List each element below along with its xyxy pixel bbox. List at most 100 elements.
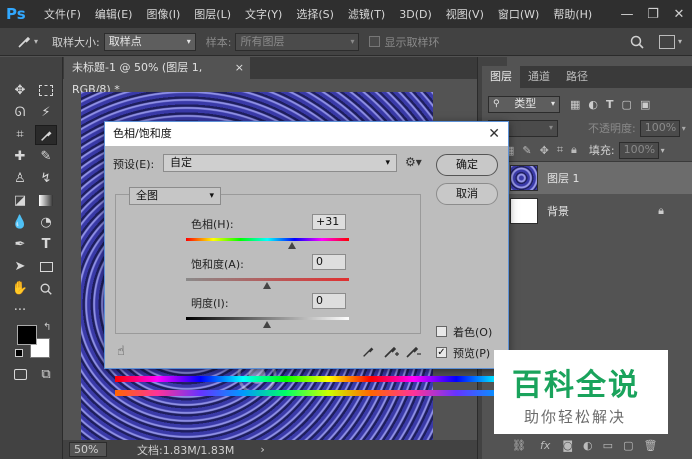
channel-select[interactable]: 全图 ▾ [129, 187, 221, 205]
lightness-field[interactable]: 0 [312, 293, 346, 309]
path-selection-tool-icon[interactable]: ➤ [9, 257, 31, 277]
screen-mode-icon[interactable]: ⧉ [35, 365, 57, 385]
eraser-tool-icon[interactable]: ◪ [9, 191, 31, 211]
brush-tool-icon[interactable]: ✎ [35, 147, 57, 167]
cancel-button[interactable]: 取消 [436, 183, 498, 205]
menu-edit[interactable]: 编辑(E) [95, 6, 133, 22]
tab-layers[interactable]: 图层 [482, 66, 520, 88]
zoom-field[interactable]: 50% [69, 442, 107, 457]
eyedropper-icon[interactable] [16, 34, 32, 50]
crop-tool-icon[interactable]: ⌗ [9, 125, 31, 145]
hand-tool-icon[interactable]: ✋ [9, 279, 31, 299]
menu-filter[interactable]: 滤镜(T) [348, 6, 385, 22]
zoom-tool-icon[interactable] [35, 279, 57, 299]
lock-all-icon[interactable]: 🔒︎ [571, 143, 577, 157]
new-group-icon[interactable]: ▭ [603, 439, 613, 452]
fx-icon[interactable]: fx [540, 439, 550, 452]
eyedropper-minus-icon[interactable] [405, 345, 421, 359]
blur-tool-icon[interactable]: 💧 [9, 213, 31, 233]
menu-file[interactable]: 文件(F) [44, 6, 81, 22]
colorize-checkbox[interactable] [436, 326, 447, 337]
hue-slider-thumb[interactable] [288, 242, 296, 249]
filter-type-icon[interactable]: T [606, 98, 614, 111]
menu-type[interactable]: 文字(Y) [245, 6, 282, 22]
ok-button[interactable]: 确定 [436, 154, 498, 176]
lightness-slider-track[interactable] [186, 317, 349, 320]
tab-paths[interactable]: 路径 [558, 66, 596, 88]
magic-wand-tool-icon[interactable]: ⚡ [35, 103, 57, 123]
document-tab[interactable]: 未标题-1 @ 50% (图层 1, RGB/8) * × [64, 57, 250, 96]
filter-smart-icon[interactable]: ▣ [640, 98, 650, 111]
eyedropper-plus-icon[interactable] [383, 345, 399, 359]
add-mask-icon[interactable]: ◙ [562, 439, 573, 452]
chevron-down-icon[interactable]: ▾ [661, 146, 665, 155]
eyedropper-tool-icon[interactable] [35, 125, 57, 145]
lock-position-icon[interactable]: ✥ [540, 144, 549, 157]
saturation-slider-track[interactable] [186, 278, 349, 281]
saturation-field[interactable]: 0 [312, 254, 346, 270]
restore-button[interactable]: ❐ [640, 7, 666, 22]
lock-artboard-icon[interactable]: ⌗ [557, 143, 563, 157]
opacity-field[interactable]: 100% [639, 119, 680, 137]
menu-3d[interactable]: 3D(D) [399, 8, 432, 21]
dialog-close-icon[interactable]: ✕ [488, 122, 500, 146]
adjustment-layer-icon[interactable]: ◐ [583, 439, 593, 452]
menu-select[interactable]: 选择(S) [296, 6, 334, 22]
link-layers-icon[interactable]: ⛓ [512, 439, 526, 452]
menu-image[interactable]: 图像(I) [146, 6, 180, 22]
filter-pixel-icon[interactable]: ▦ [570, 98, 580, 111]
show-ring-checkbox[interactable] [369, 36, 381, 47]
swap-colors-icon[interactable]: ↰ [43, 322, 51, 333]
search-icon[interactable] [629, 34, 645, 50]
close-tab-icon[interactable]: × [235, 57, 244, 79]
filter-adjustment-icon[interactable]: ◐ [588, 98, 598, 111]
healing-brush-tool-icon[interactable]: ✚ [9, 147, 31, 167]
menu-window[interactable]: 窗口(W) [498, 6, 539, 22]
lock-paint-icon[interactable]: ✎ [522, 144, 531, 157]
rectangle-tool-icon[interactable] [35, 257, 57, 277]
menu-layer[interactable]: 图层(L) [194, 6, 231, 22]
hue-slider-track[interactable] [186, 238, 349, 241]
filter-shape-icon[interactable]: ▢ [622, 98, 632, 111]
fill-field[interactable]: 100% [618, 141, 659, 159]
chevron-down-icon[interactable]: ▾ [682, 124, 686, 133]
clone-stamp-tool-icon[interactable]: ♙ [9, 169, 31, 189]
layer-row-background[interactable]: 背景 🔒︎ [507, 195, 692, 227]
history-brush-tool-icon[interactable]: ↯ [35, 169, 57, 189]
delete-layer-icon[interactable]: 🗑︎ [643, 439, 657, 452]
gradient-tool-icon[interactable] [35, 191, 57, 211]
quick-mask-icon[interactable] [9, 365, 31, 385]
chevron-right-icon[interactable]: › [260, 443, 264, 456]
dodge-tool-icon[interactable]: ◔ [35, 213, 57, 233]
minimize-button[interactable]: — [614, 7, 640, 22]
hue-field[interactable]: +31 [312, 214, 346, 230]
sample-select[interactable]: 所有图层 ▾ [235, 32, 360, 51]
preview-checkbox[interactable]: ✓ [436, 347, 447, 358]
more-tools-icon[interactable]: ··· [9, 301, 31, 321]
menu-help[interactable]: 帮助(H) [553, 6, 592, 22]
menu-view[interactable]: 视图(V) [446, 6, 484, 22]
saturation-slider-thumb[interactable] [263, 282, 271, 289]
new-layer-icon[interactable]: ▢ [623, 439, 633, 452]
tab-channels[interactable]: 通道 [520, 66, 558, 88]
foreground-color-swatch[interactable] [17, 325, 37, 345]
lasso-tool-icon[interactable]: ᘏ [9, 103, 31, 123]
lightness-slider-thumb[interactable] [263, 321, 271, 328]
layer-row-layer1[interactable]: 图层 1 [507, 162, 692, 194]
preset-options-icon[interactable]: ⚙▾ [405, 155, 422, 169]
default-colors-icon[interactable] [15, 349, 23, 357]
target-adjust-hand-icon[interactable]: ☝ [117, 344, 125, 359]
marquee-tool-icon[interactable] [35, 81, 57, 101]
move-tool-icon[interactable]: ✥ [9, 81, 31, 101]
pen-tool-icon[interactable]: ✒ [9, 235, 31, 255]
type-tool-icon[interactable]: T [35, 235, 57, 255]
layer-filter-select[interactable]: ⚲ 类型 ▾ [488, 95, 560, 113]
chevron-down-icon[interactable]: ▾ [678, 37, 682, 46]
workspace-icon[interactable] [658, 34, 675, 49]
options-bar: ▾ 取样大小: 取样点 ▾ 样本: 所有图层 ▾ 显示取样环 ▾ [0, 28, 692, 56]
eyedropper-icon[interactable] [361, 345, 375, 359]
tool-preset-arrow-icon[interactable]: ▾ [34, 37, 38, 46]
preset-select[interactable]: 自定 ▾ [163, 154, 397, 172]
sample-size-select[interactable]: 取样点 ▾ [103, 32, 196, 51]
close-window-button[interactable]: ✕ [666, 7, 692, 22]
